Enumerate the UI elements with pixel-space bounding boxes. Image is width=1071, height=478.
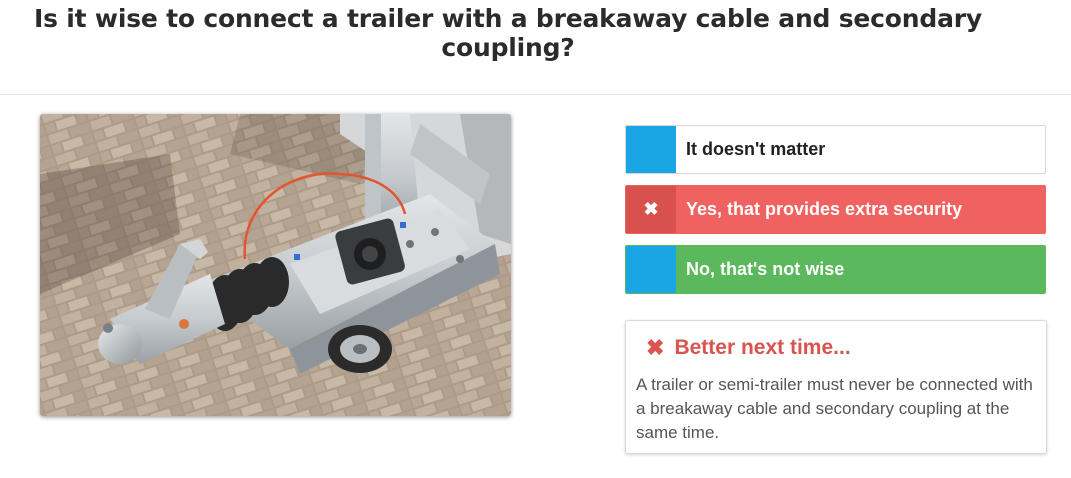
feedback-heading: Better next time... bbox=[674, 336, 851, 359]
answer-tab-3 bbox=[626, 246, 676, 293]
answer-label-3: No, that's not wise bbox=[686, 259, 845, 279]
feedback-heading-row: ✖ Better next time... bbox=[636, 335, 1036, 361]
trailer-hitch-photo bbox=[40, 114, 511, 416]
close-icon: ✖ bbox=[646, 335, 665, 360]
question-title: Is it wise to connect a trailer with a b… bbox=[34, 4, 982, 62]
feedback-text: A trailer or semi-trailer must never be … bbox=[636, 375, 1033, 442]
close-icon: ✖ bbox=[626, 186, 676, 233]
feedback-panel: ✖ Better next time... A trailer or semi-… bbox=[625, 320, 1047, 454]
divider bbox=[0, 94, 1071, 95]
answer-option-2[interactable]: ✖ Yes, that provides extra security bbox=[625, 185, 1046, 234]
answer-label-1: It doesn't matter bbox=[686, 139, 826, 159]
answer-label-2: Yes, that provides extra security bbox=[686, 199, 963, 219]
answer-tab-1 bbox=[626, 126, 676, 173]
answer-option-3[interactable]: No, that's not wise bbox=[625, 245, 1046, 294]
answer-option-1[interactable]: It doesn't matter bbox=[625, 125, 1046, 174]
